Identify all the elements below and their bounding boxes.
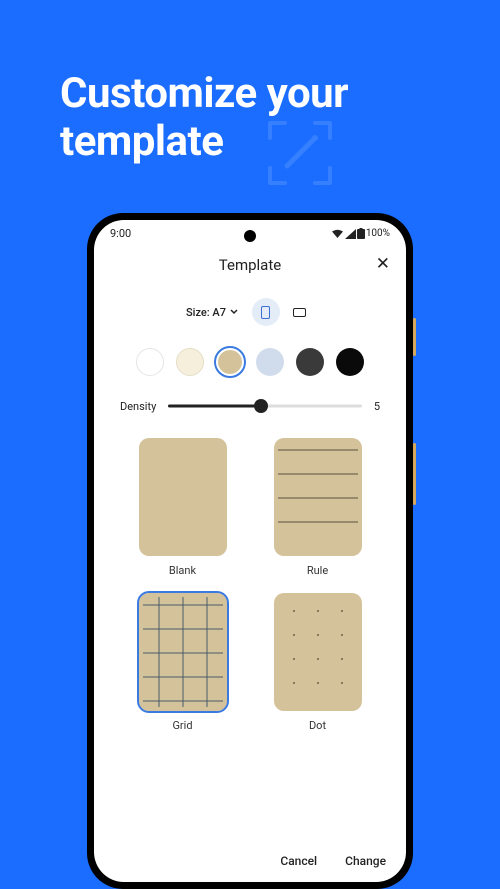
orientation-portrait-button[interactable] [252,298,280,326]
template-blank[interactable]: Blank [132,438,233,577]
orientation-landscape-button[interactable] [286,298,314,326]
template-rule-label: Rule [307,564,328,577]
template-dot[interactable]: Dot [267,593,368,732]
screen-title: Template [219,256,281,274]
volume-button [413,443,416,505]
swatch-charcoal[interactable] [294,346,326,378]
density-label: Density [120,400,156,413]
swatch-cream[interactable] [174,346,206,378]
change-button[interactable]: Change [345,854,386,868]
rule-lines-icon [274,438,362,556]
magic-wand-icon [265,118,335,188]
battery-icon [357,228,365,239]
title-bar: Template ✕ [94,244,406,284]
wifi-icon [331,229,344,239]
swatch-white[interactable] [134,346,166,378]
swatch-tan[interactable] [214,346,246,378]
signal-icon [345,229,356,239]
headline-line1: Customize your [60,69,348,118]
phone-frame: 9:00 100% Template ✕ Size: A7 [87,213,413,889]
battery-text: 100% [366,228,390,239]
power-button [413,318,416,356]
template-dot-label: Dot [309,719,326,732]
size-dropdown[interactable]: Size: A7 [186,306,238,319]
footer-actions: Cancel Change [280,854,386,868]
dot-pattern-icon [274,593,362,711]
template-grid-label: Grid [172,719,192,732]
template-rule[interactable]: Rule [267,438,368,577]
grid-lines-icon [139,593,227,711]
size-label: Size: A7 [186,306,226,319]
density-value: 5 [374,400,380,413]
size-orientation-row: Size: A7 [94,284,406,334]
phone-screen: 9:00 100% Template ✕ Size: A7 [94,220,406,882]
swatch-black[interactable] [334,346,366,378]
template-grid-option[interactable]: Grid [132,593,233,732]
headline-line2: template [60,117,223,166]
template-grid: Blank Rule [94,420,406,732]
density-row: Density 5 [94,384,406,420]
cancel-button[interactable]: Cancel [280,854,317,868]
status-right: 100% [331,228,390,239]
camera-hole [244,230,256,242]
marketing-headline: Customize your template [0,0,500,167]
close-button[interactable]: ✕ [376,256,390,273]
swatch-light-blue[interactable] [254,346,286,378]
chevron-down-icon [230,309,238,315]
orientation-toggle [252,298,314,326]
color-swatches [94,334,406,384]
landscape-icon [293,308,306,317]
template-blank-label: Blank [169,564,196,577]
status-time: 9:00 [110,227,131,240]
density-slider[interactable] [168,398,362,414]
portrait-icon [261,306,270,319]
